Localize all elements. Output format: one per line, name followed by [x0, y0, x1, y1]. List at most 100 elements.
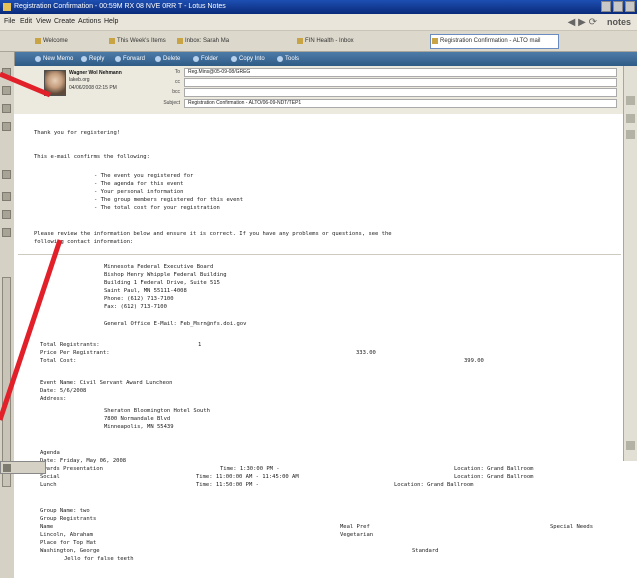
menu-file[interactable]: File — [4, 14, 15, 30]
tab-this-week[interactable]: This Week's Items — [108, 35, 181, 47]
agenda-location: Location: Grand Ballroom — [454, 466, 534, 472]
list-item: - The group members registered for this … — [94, 197, 244, 203]
agenda-time: Time: 11:00:00 AM - 11:45:00 AM — [196, 474, 299, 480]
reply-button[interactable]: Reply — [80, 52, 104, 66]
table-row: Washington, George — [40, 548, 100, 554]
table-row: Place for Top Hat — [40, 540, 97, 546]
contact-line: Phone: (612) 713-7100 — [104, 296, 174, 302]
taskbar — [0, 461, 46, 474]
sidebar-tool-icon[interactable] — [626, 96, 635, 105]
left-sidebar — [0, 52, 15, 578]
tab-fin-health[interactable]: FIN Health - Inbox — [296, 35, 425, 47]
window-controls — [601, 1, 635, 12]
to-label: To — [174, 69, 180, 75]
tab-welcome[interactable]: Welcome — [34, 35, 113, 47]
event-name: Event Name: Civil Servant Award Luncheon — [40, 380, 173, 386]
scroll-down-icon[interactable] — [626, 441, 635, 450]
calendar-icon[interactable] — [2, 104, 11, 113]
close-button[interactable] — [625, 1, 635, 12]
notes-logo: notes — [606, 17, 631, 27]
tab-registration-confirmation[interactable]: Registration Confirmation - ALTO mail — [430, 34, 559, 49]
list-item: - Your personal information — [94, 189, 184, 195]
sender-domain: lakeb.org — [69, 77, 90, 83]
memo-header: Wagner Wol Nehmann lakeb.org 04/06/2008 … — [14, 66, 623, 115]
contact-line: Minnesota Federal Executive Board — [104, 264, 214, 270]
agenda-item: Social — [40, 474, 60, 480]
menu-help[interactable]: Help — [104, 14, 118, 30]
menu-bar: File Edit View Create Actions Help ◀ ▶ ⟳… — [0, 14, 637, 31]
minimize-button[interactable] — [601, 1, 611, 12]
bcc-label: bcc — [172, 89, 180, 95]
sender-photo — [44, 70, 66, 96]
group-col-name: Name — [40, 524, 54, 530]
new-memo-button[interactable]: New Memo — [34, 52, 73, 66]
group-col-meal: Meal Pref — [340, 524, 370, 530]
favorites-icon[interactable] — [2, 210, 11, 219]
address-line: Minneapolis, MN 55439 — [104, 424, 174, 430]
maximize-button[interactable] — [613, 1, 623, 12]
to-field[interactable]: Reg.Mins@05-09-08/GREG — [184, 68, 617, 77]
folder-button[interactable]: Folder — [192, 52, 218, 66]
agenda-item: Awards Presentation — [40, 466, 103, 472]
divider — [18, 254, 621, 255]
group-col-needs: Special Needs — [550, 524, 594, 530]
agenda-time: Time: 1:30:00 PM - — [220, 466, 280, 472]
table-cell-meal: Standard — [412, 548, 439, 554]
forward-button[interactable]: Forward — [114, 52, 145, 66]
total-cost-value: 399.00 — [464, 358, 484, 364]
review-text: Please review the information below and … — [34, 231, 392, 237]
app-icon — [3, 3, 11, 11]
contact-line: Fax: (612) 713-7100 — [104, 304, 167, 310]
navigation-arrows-icon[interactable]: ◀ ▶ ⟳ — [568, 15, 597, 31]
contact-line: Building 1 Federal Drive, Suite 515 — [104, 280, 220, 286]
contact-line: Saint Paul, MN 55111-4008 — [104, 288, 187, 294]
sidebar-tool-icon-2[interactable] — [626, 114, 635, 123]
thanks-text: Thank you for registering! — [34, 130, 121, 136]
contact-email[interactable]: General Office E-Mail: Feb_Msrn@nfs.doi.… — [104, 321, 246, 327]
sidebar-scroll-handle[interactable] — [2, 277, 11, 487]
menu-edit[interactable]: Edit — [20, 14, 32, 30]
sent-date: 04/06/2008 02:15 PM — [69, 85, 117, 91]
contacts-icon[interactable] — [2, 122, 11, 131]
group-name: Group Name: two — [40, 508, 90, 514]
menu-actions[interactable]: Actions — [78, 14, 101, 30]
replicator-icon[interactable] — [2, 192, 11, 201]
event-date: Date: 5/6/2008 — [40, 388, 87, 394]
start-icon[interactable] — [3, 464, 11, 472]
copy-into-button[interactable]: Copy Into — [230, 52, 265, 66]
menu-create[interactable]: Create — [54, 14, 75, 30]
sidebar-tool-icon-3[interactable] — [626, 130, 635, 139]
price-value: 333.00 — [356, 350, 376, 356]
table-row: Lincoln, Abraham — [40, 532, 93, 538]
agenda-location: Location: Grand Ballroom — [394, 482, 474, 488]
list-item: - The event you registered for — [94, 173, 194, 179]
table-row: Jello for false teeth — [64, 556, 134, 562]
todo-icon[interactable] — [2, 170, 11, 179]
group-registrants-label: Group Registrants — [40, 516, 97, 522]
list-item: - The total cost for your registration — [94, 205, 220, 211]
contact-line: Bishop Henry Whipple Federal Building — [104, 272, 227, 278]
cc-label: cc — [175, 79, 180, 85]
address-line: 7800 Normandale Blvd — [104, 416, 171, 422]
review-text-2: following contact information: — [34, 239, 134, 245]
agenda-item: Lunch — [40, 482, 57, 488]
total-cost-label: Total Cost: — [40, 358, 77, 364]
subject-field[interactable]: Registration Confirmation - ALTO/06-09-N… — [184, 99, 617, 108]
agenda-label: Agenda — [40, 450, 60, 456]
sender-name[interactable]: Wagner Wol Nehmann — [69, 70, 122, 76]
menu-view[interactable]: View — [36, 14, 51, 30]
databases-icon[interactable] — [2, 228, 11, 237]
mail-icon[interactable] — [2, 86, 11, 95]
tab-inbox[interactable]: Inbox: Sarah Ma — [176, 35, 259, 47]
bcc-field[interactable] — [184, 88, 617, 97]
title-bar: Registration Confirmation - 00:59M RX 08… — [0, 0, 637, 14]
memo-body: Thank you for registering! This e-mail c… — [14, 114, 623, 578]
right-sidebar — [623, 66, 637, 461]
action-toolbar: New Memo Reply Forward Delete Folder Cop… — [14, 52, 637, 66]
cc-field[interactable] — [184, 78, 617, 87]
home-icon[interactable] — [2, 68, 11, 77]
delete-button[interactable]: Delete — [154, 52, 180, 66]
tab-bar: Welcome This Week's Items Inbox: Sarah M… — [0, 31, 637, 52]
tools-button[interactable]: Tools — [276, 52, 299, 66]
total-registrants-value: 1 — [198, 342, 202, 348]
